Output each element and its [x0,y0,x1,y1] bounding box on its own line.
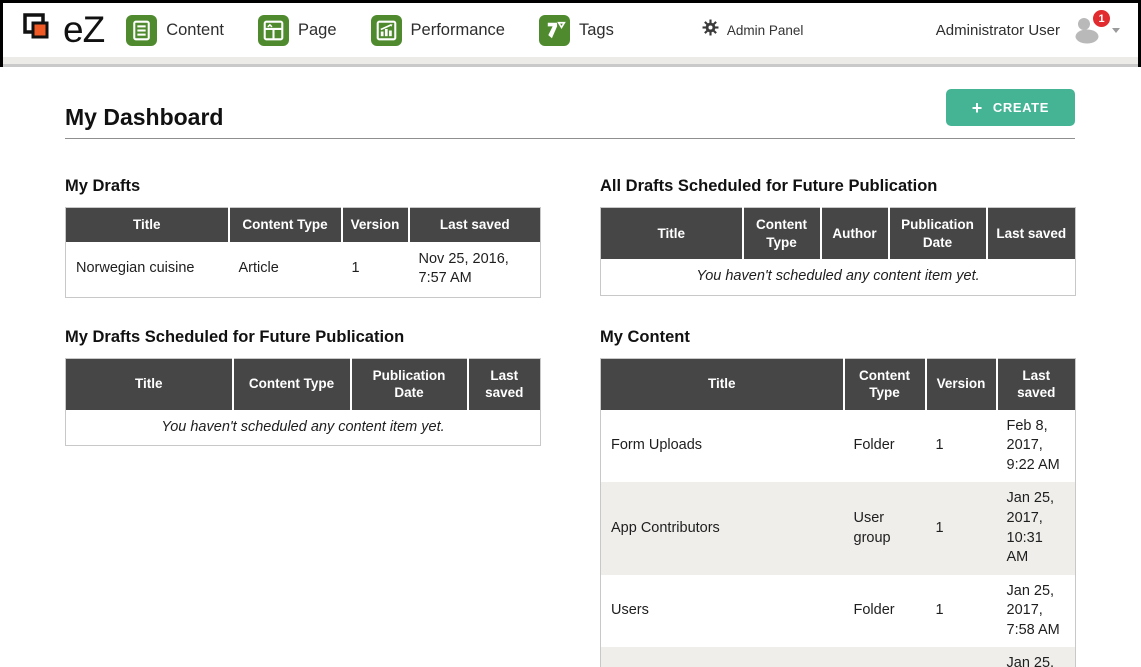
cell-title: Form Uploads [601,410,844,483]
table-header-row: Title Content Type Version Last saved [66,208,541,242]
cell-version: 1 [926,575,997,648]
nav-item-label: Page [298,21,337,40]
table-header-row: Title Content Type Version Last saved [601,358,1076,410]
page-title: My Dashboard [65,104,223,131]
section-title: My Content [600,328,1075,347]
main-nav: Content Page [126,15,614,46]
column-header: Version [342,208,409,242]
admin-panel-label: Admin Panel [727,23,804,38]
page-icon [258,15,289,46]
cell-title: App Contributors [601,482,844,574]
nav-item-label: Performance [411,21,505,40]
cell-version: 1 [926,410,997,483]
column-header: Version [926,358,997,410]
gear-icon [702,19,719,41]
cell-version: 1 [926,482,997,574]
section-title: My Drafts [65,177,540,196]
cell-last-saved: Nov 25, 2016, 7:57 AM [409,242,541,298]
section-my-content: My Content Title Content Type Version La… [600,328,1075,667]
performance-icon [371,15,402,46]
nav-item-label: Tags [579,21,614,40]
nav-item-tags[interactable]: Tags [539,15,614,46]
user-menu[interactable]: Administrator User 1 [936,16,1120,44]
table-row[interactable]: Users Folder 1 Jan 25, 2017, 7:58 AM [601,575,1076,648]
column-header: Content Type [743,208,821,260]
column-header: Title [66,358,233,410]
column-header: Last saved [468,358,541,410]
table-header-row: Title Content Type Author Publication Da… [601,208,1076,260]
cell-last-saved: Jan 25, 2017, 7:58 AM [997,575,1076,648]
column-header: Last saved [409,208,541,242]
table-row[interactable]: Form Uploads Folder 1 Feb 8, 2017, 9:22 … [601,410,1076,483]
cell-content-type: Folder [844,410,926,483]
chevron-down-icon[interactable] [1112,28,1120,33]
create-button-label: CREATE [993,100,1049,115]
column-header: Title [66,208,229,242]
cell-content-type: Folder [844,647,926,667]
cell-last-saved: Jan 25, 2017, 10:31 AM [997,482,1076,574]
dashboard-grid: My Drafts Title Content Type Version Las… [65,177,1075,667]
ez-logo-text: eZ [63,9,104,51]
topbar: eZ Content [3,3,1138,57]
cell-title: App [601,647,844,667]
create-button[interactable]: + CREATE [946,89,1075,126]
nav-item-page[interactable]: Page [258,15,337,46]
nav-item-performance[interactable]: Performance [371,15,505,46]
column-header: Author [821,208,889,260]
table-row[interactable]: Norwegian cuisine Article 1 Nov 25, 2016… [66,242,541,298]
page-header: My Dashboard + CREATE [65,89,1075,139]
plus-icon: + [972,102,983,114]
column-header: Publication Date [889,208,987,260]
cell-content-type: Article [229,242,342,298]
my-drafts-table: Title Content Type Version Last saved No… [65,207,541,298]
cell-content-type: Folder [844,575,926,648]
table-row[interactable]: App Contributors User group 1 Jan 25, 20… [601,482,1076,574]
column-header: Content Type [844,358,926,410]
column-header: Title [601,208,743,260]
column-header: Content Type [229,208,342,242]
cell-version: 1 [926,647,997,667]
nav-item-content[interactable]: Content [126,15,224,46]
user-name: Administrator User [936,22,1060,39]
table-row[interactable]: App Folder 1 Jan 25, 2017, 7:55 AM [601,647,1076,667]
empty-row: You haven't scheduled any content item y… [601,259,1076,295]
ez-logo-icon [21,10,57,51]
empty-row: You haven't scheduled any content item y… [66,410,541,446]
section-all-drafts-scheduled: All Drafts Scheduled for Future Publicat… [600,177,1075,296]
tags-icon [539,15,570,46]
table-header-row: Title Content Type Publication Date Last… [66,358,541,410]
ez-logo[interactable]: eZ [21,9,104,51]
section-title: All Drafts Scheduled for Future Publicat… [600,177,1075,196]
header-separator [3,57,1138,67]
admin-panel-button[interactable]: Admin Panel [702,19,804,41]
notification-badge[interactable]: 1 [1092,9,1111,28]
section-title: My Drafts Scheduled for Future Publicati… [65,328,540,347]
column-header: Last saved [987,208,1076,260]
cell-last-saved: Feb 8, 2017, 9:22 AM [997,410,1076,483]
section-my-drafts: My Drafts Title Content Type Version Las… [65,177,540,298]
my-content-table: Title Content Type Version Last saved Fo… [600,358,1076,667]
my-drafts-scheduled-table: Title Content Type Publication Date Last… [65,358,541,447]
top-chrome: eZ Content [0,3,1141,67]
column-header: Publication Date [351,358,468,410]
column-header: Content Type [233,358,351,410]
avatar[interactable]: 1 [1070,16,1102,44]
cell-last-saved: Jan 25, 2017, 7:55 AM [997,647,1076,667]
cell-title: Users [601,575,844,648]
all-drafts-scheduled-table: Title Content Type Author Publication Da… [600,207,1076,296]
cell-version: 1 [342,242,409,298]
column-header: Title [601,358,844,410]
column-header: Last saved [997,358,1076,410]
empty-message: You haven't scheduled any content item y… [601,259,1076,295]
cell-content-type: User group [844,482,926,574]
dashboard-main: My Dashboard + CREATE My Drafts Title Co… [0,67,1141,667]
cell-title: Norwegian cuisine [66,242,229,298]
section-my-drafts-scheduled: My Drafts Scheduled for Future Publicati… [65,328,540,447]
empty-message: You haven't scheduled any content item y… [66,410,541,446]
nav-item-label: Content [166,21,224,40]
content-icon [126,15,157,46]
